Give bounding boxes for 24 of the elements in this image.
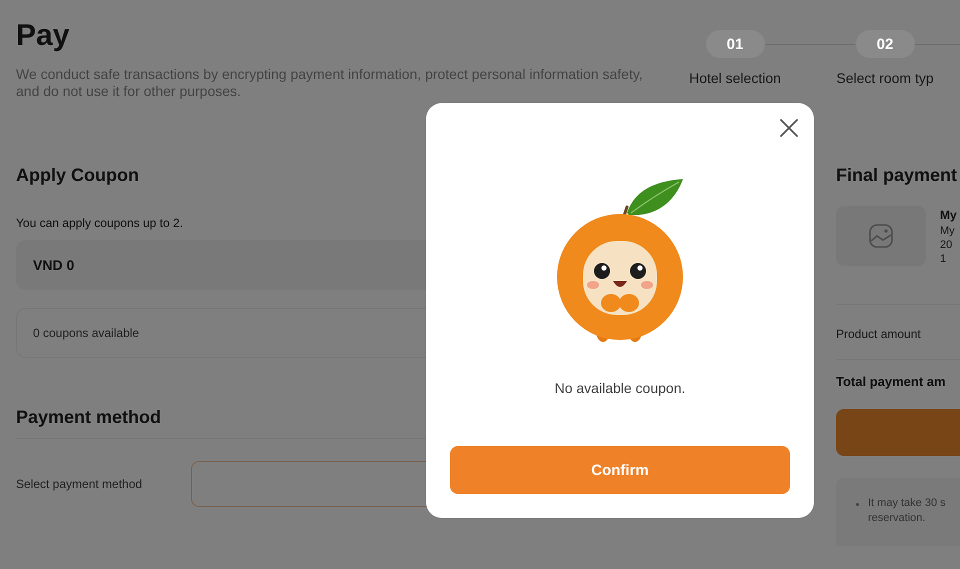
confirm-button[interactable]: Confirm xyxy=(450,446,790,494)
image-icon xyxy=(868,223,894,249)
page-title: Pay xyxy=(16,18,70,54)
step-label: Select room typ xyxy=(836,70,934,86)
bullet-icon xyxy=(856,503,859,506)
dialog-message: No available coupon. xyxy=(554,380,686,396)
note-text: reservation. xyxy=(868,511,926,526)
field-label: Select payment method xyxy=(16,477,144,491)
page-description: We conduct safe transactions by encrypting payment information, protect personal information safety, and do not use it for other purposes. xyxy=(16,66,644,100)
step-number: 01 xyxy=(706,30,764,58)
close-icon xyxy=(780,119,798,137)
product-detail: 1 xyxy=(940,252,948,266)
product-amount-label: Product amount xyxy=(836,327,921,341)
step-label: Hotel selection xyxy=(689,70,781,86)
product-name: My xyxy=(940,207,957,224)
product-subtitle: My xyxy=(940,224,956,238)
section-heading: Apply Coupon xyxy=(16,164,140,186)
total-label: Total payment am xyxy=(836,374,947,389)
product-date: 20 xyxy=(940,238,954,252)
step-number: 02 xyxy=(856,30,914,58)
close-button[interactable] xyxy=(780,119,798,137)
coupon-hint: You can apply coupons up to 2. xyxy=(16,216,184,230)
section-heading: Final payment xyxy=(836,164,958,186)
note-text: It may take 30 s xyxy=(868,496,946,511)
